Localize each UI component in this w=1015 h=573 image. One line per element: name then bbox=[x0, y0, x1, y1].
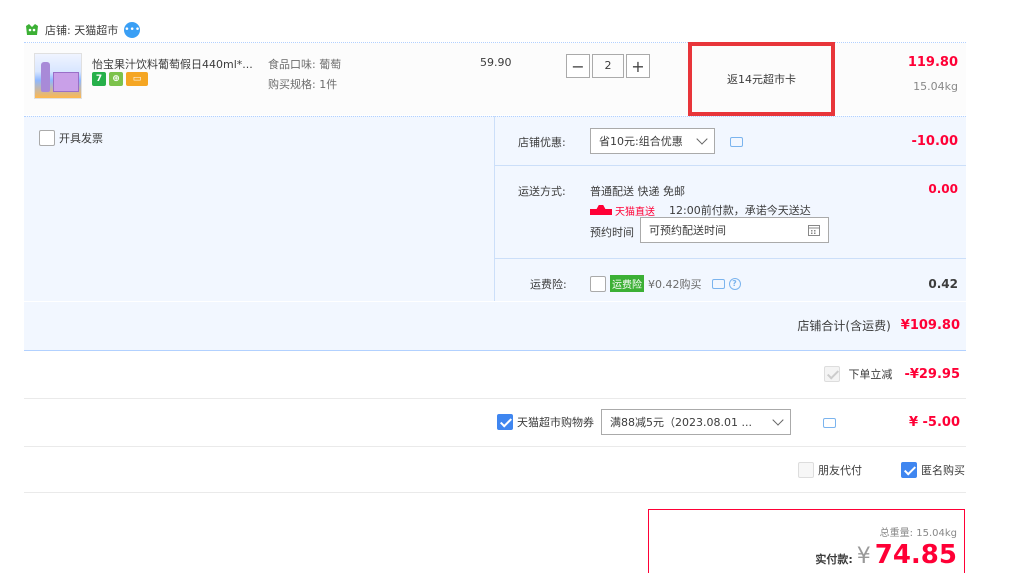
total-weight: 总重量: 15.04kg bbox=[879, 528, 957, 539]
promo-text: 返14元超市卡 bbox=[727, 73, 796, 86]
insurance-amount: 0.42 bbox=[928, 277, 958, 291]
coupon-select[interactable]: 满88减5元（2023.08.01 ... bbox=[601, 409, 791, 435]
chevron-down-icon bbox=[772, 414, 784, 426]
coupon-option[interactable]: 天猫超市购物券 bbox=[497, 414, 594, 430]
store-total-label: 店铺合计(含运费) bbox=[797, 319, 891, 333]
product-badges: 7 ⊕ ▭ bbox=[92, 72, 148, 86]
insurance-option[interactable]: 运费险 ¥0.42购买 ? bbox=[590, 275, 741, 292]
appointment-value: 可预约配送时间 bbox=[649, 224, 726, 237]
coupon-label: 天猫超市购物券 bbox=[517, 416, 594, 429]
insurance-tag: 运费险 bbox=[610, 275, 644, 292]
chevron-down-icon bbox=[696, 133, 708, 145]
divider bbox=[24, 398, 966, 399]
actual-payment-label: 实付款: bbox=[815, 553, 853, 566]
item-subtotal: 119.80 bbox=[907, 55, 958, 70]
item-weight: 15.04kg bbox=[913, 80, 958, 93]
sku-flavor: 食品口味: 葡萄 bbox=[268, 58, 342, 71]
shipping-method: 普通配送 快递 免邮 bbox=[590, 185, 685, 198]
shipping-fee: 0.00 bbox=[928, 182, 958, 196]
message-icon[interactable] bbox=[822, 418, 836, 428]
appointment-label: 预约时间 bbox=[590, 226, 634, 239]
product-title[interactable]: 怡宝果汁饮料葡萄假日440ml*... bbox=[92, 56, 262, 72]
anonymous-label: 匿名购买 bbox=[921, 464, 965, 477]
divider bbox=[495, 258, 966, 259]
chat-icon[interactable]: ••• bbox=[124, 22, 141, 38]
store-header: 店铺: 天猫超市 ••• bbox=[25, 18, 141, 42]
shipping-label: 运送方式: bbox=[518, 185, 566, 198]
order-discount: 下单立减 -¥29.95 bbox=[824, 366, 960, 382]
promo-highlight: 返14元超市卡 bbox=[688, 42, 835, 116]
tmall-direct-label: 天猫直送 bbox=[615, 206, 655, 218]
tmall-direct-tag: 天猫直送 bbox=[590, 203, 655, 218]
divider bbox=[495, 165, 966, 166]
anonymous-option[interactable]: 匿名购买 bbox=[901, 462, 965, 478]
divider bbox=[24, 492, 966, 493]
coupon-select-value: 满88减5元（2023.08.01 ... bbox=[610, 416, 752, 429]
seven-day-return-icon[interactable]: 7 bbox=[92, 72, 106, 86]
insurance-checkbox[interactable] bbox=[590, 275, 606, 292]
friend-pay-checkbox[interactable] bbox=[798, 462, 814, 478]
insurance-price: ¥0.42购买 bbox=[648, 277, 702, 291]
tmall-direct-icon bbox=[590, 205, 612, 215]
invoice-option[interactable]: 开具发票 bbox=[39, 130, 103, 146]
friend-pay-option[interactable]: 朋友代付 bbox=[798, 462, 862, 478]
actual-payment-amount: 74.85 bbox=[874, 540, 957, 570]
coupon-amount: ¥ -5.00 bbox=[908, 415, 960, 430]
decrease-button[interactable]: − bbox=[566, 54, 590, 78]
store-icon bbox=[26, 24, 38, 35]
guarantee-icon[interactable]: ⊕ bbox=[109, 72, 123, 86]
delivery-promise: 12:00前付款，承诺今天送达 bbox=[669, 204, 811, 217]
discount-select-value: 省10元:组合优惠 bbox=[599, 135, 683, 148]
friend-pay-label: 朋友代付 bbox=[818, 464, 862, 477]
store-total: 店铺合计(含运费) ¥109.80 bbox=[797, 317, 960, 334]
appointment-picker[interactable]: 可预约配送时间 bbox=[640, 217, 829, 243]
insurance-label: 运费险: bbox=[530, 278, 567, 291]
card-icon[interactable]: ▭ bbox=[126, 72, 148, 86]
help-icon[interactable]: ? bbox=[728, 277, 741, 290]
calendar-icon bbox=[808, 225, 820, 236]
divider bbox=[24, 446, 966, 447]
discount-label: 店铺优惠: bbox=[518, 136, 566, 149]
discount-amount: -10.00 bbox=[911, 134, 958, 149]
increase-button[interactable]: + bbox=[626, 54, 650, 78]
currency-symbol: ¥ bbox=[856, 544, 871, 569]
sku-spec: 购买规格: 1件 bbox=[268, 78, 338, 91]
order-discount-label: 下单立减 bbox=[848, 368, 893, 381]
discount-select[interactable]: 省10元:组合优惠 bbox=[590, 128, 715, 154]
product-thumbnail[interactable] bbox=[34, 53, 82, 99]
store-name[interactable]: 店铺: 天猫超市 bbox=[45, 22, 118, 38]
order-discount-amount: -¥29.95 bbox=[904, 366, 960, 382]
quantity-input[interactable]: 2 bbox=[592, 54, 624, 78]
unit-price: 59.90 bbox=[480, 56, 512, 69]
order-discount-checkbox[interactable] bbox=[824, 366, 841, 382]
actual-payment: 实付款: ¥ 74.85 bbox=[815, 540, 957, 570]
store-total-amount: ¥109.80 bbox=[900, 318, 960, 333]
invoice-label: 开具发票 bbox=[59, 132, 103, 145]
coupon-checkbox[interactable] bbox=[497, 414, 513, 430]
message-icon[interactable] bbox=[730, 137, 743, 147]
anonymous-checkbox[interactable] bbox=[901, 462, 917, 478]
message-icon[interactable] bbox=[711, 278, 725, 289]
quantity-stepper: − 2 + bbox=[566, 54, 650, 78]
delivery-info: 天猫直送 12:00前付款，承诺今天送达 bbox=[590, 202, 811, 218]
invoice-checkbox[interactable] bbox=[39, 130, 55, 146]
